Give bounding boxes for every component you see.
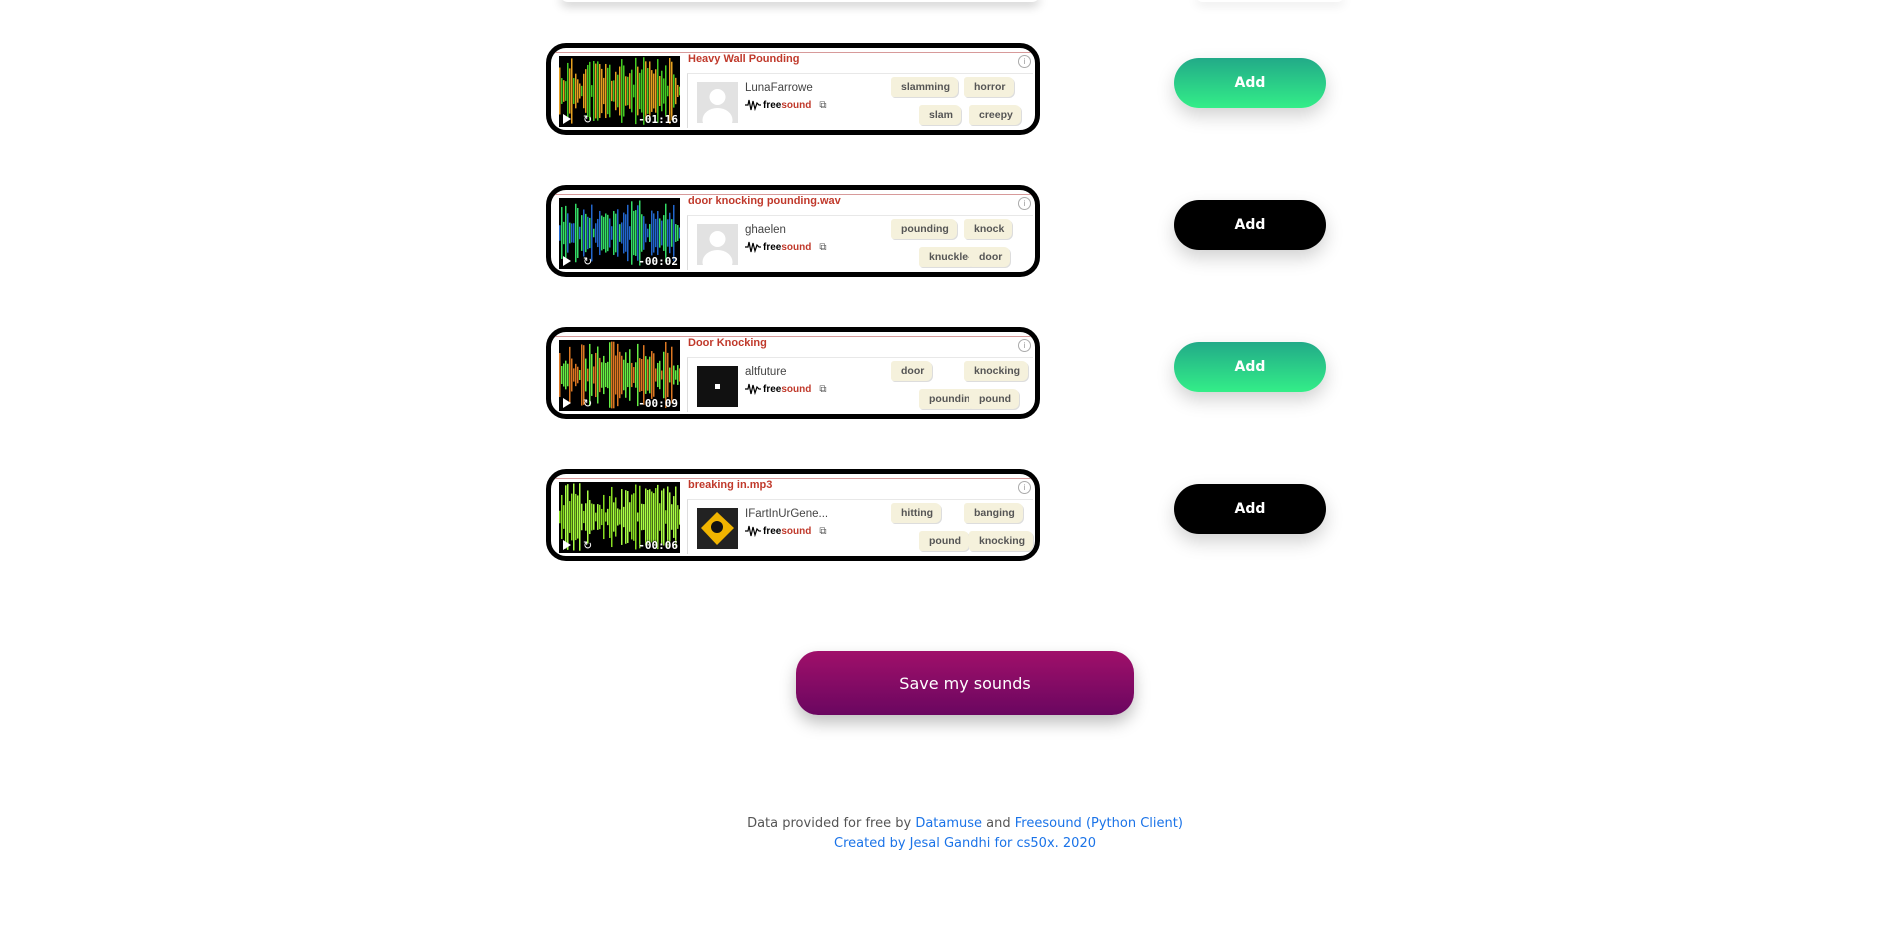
previous-button-edge — [1195, 0, 1345, 2]
duration: -00:09 — [638, 397, 678, 410]
avatar — [697, 82, 738, 123]
footer-and: and — [982, 816, 1015, 831]
previous-card-edge — [560, 0, 1040, 2]
external-link-icon[interactable]: ⧉ — [819, 100, 826, 111]
sound-details: altfuture freesound ⧉ door knocking poundi… — [687, 357, 1033, 412]
duration: -00:06 — [638, 539, 678, 552]
freesound-logo[interactable]: freesound ⧉ — [745, 240, 827, 254]
sound-row: ↻ -00:06 breaking in.mp3 i IFartInUrGene… — [546, 469, 1346, 569]
tag[interactable]: horror — [964, 77, 1014, 97]
info-icon[interactable]: i — [1018, 55, 1031, 68]
freesound-wordmark: freesound — [763, 241, 812, 253]
play-icon[interactable] — [563, 114, 571, 124]
tag[interactable]: slam — [919, 105, 961, 125]
tag[interactable]: door — [891, 361, 933, 381]
save-sounds-button[interactable]: Save my sounds — [796, 651, 1134, 715]
freesound-wordmark: freesound — [763, 383, 812, 395]
duration: -00:02 — [638, 255, 678, 268]
tag[interactable]: knock — [964, 219, 1013, 239]
info-icon[interactable]: i — [1018, 481, 1031, 494]
tag[interactable]: creepy — [969, 105, 1021, 125]
freesound-logo[interactable]: freesound ⧉ — [745, 98, 827, 112]
tag[interactable]: banging — [964, 503, 1023, 523]
username[interactable]: altfuture — [745, 366, 787, 378]
author-link[interactable]: Created by Jesal Gandhi for cs50x. 2020 — [834, 836, 1096, 851]
freesound-wave-icon — [745, 241, 761, 253]
duration: -01:16 — [638, 113, 678, 126]
add-button[interactable]: Add — [1174, 484, 1326, 534]
tag[interactable]: knocking — [964, 361, 1029, 381]
freesound-embed-card: ↻ -00:09 Door Knocking i altfuture frees… — [546, 327, 1040, 419]
freesound-wave-icon — [745, 525, 761, 537]
play-icon[interactable] — [563, 398, 571, 408]
sound-title[interactable]: Heavy Wall Pounding — [688, 53, 799, 65]
footer-credits: Data provided for free by Datamuse and F… — [0, 816, 1902, 831]
loop-icon[interactable]: ↻ — [583, 114, 592, 126]
sound-row: ↻ -01:16 Heavy Wall Pounding i LunaFarro… — [546, 43, 1346, 143]
sound-details: IFartInUrGene... freesound ⧉ hitting bang… — [687, 499, 1034, 554]
external-link-icon[interactable]: ⧉ — [819, 242, 826, 253]
play-icon[interactable] — [563, 256, 571, 266]
tag[interactable]: pounding — [891, 219, 957, 239]
tag[interactable]: hitting — [891, 503, 942, 523]
freesound-logo[interactable]: freesound ⧉ — [745, 524, 827, 538]
tag[interactable]: pound — [969, 389, 1020, 409]
sound-row: ↻ -00:02 door knocking pounding.wav i gh… — [546, 185, 1346, 285]
add-button[interactable]: Add — [1174, 200, 1326, 250]
datamuse-link[interactable]: Datamuse — [915, 816, 982, 831]
play-icon[interactable] — [563, 540, 571, 550]
freesound-wave-icon — [745, 99, 761, 111]
waveform-player[interactable]: ↻ -00:09 — [559, 340, 680, 411]
sound-row: ↻ -00:09 Door Knocking i altfuture frees… — [546, 327, 1346, 427]
freesound-link[interactable]: Freesound (Python Client) — [1015, 816, 1183, 831]
sound-title[interactable]: Door Knocking — [688, 337, 767, 349]
external-link-icon[interactable]: ⧉ — [819, 384, 826, 395]
external-link-icon[interactable]: ⧉ — [819, 526, 826, 537]
tag[interactable]: door — [969, 247, 1011, 267]
username[interactable]: IFartInUrGene... — [745, 508, 828, 520]
freesound-wave-icon — [745, 383, 761, 395]
footer-text: Data provided for free by — [747, 816, 916, 831]
sound-title[interactable]: door knocking pounding.wav — [688, 195, 841, 207]
freesound-logo[interactable]: freesound ⧉ — [745, 382, 827, 396]
avatar — [697, 366, 738, 407]
info-icon[interactable]: i — [1018, 339, 1031, 352]
freesound-wordmark: freesound — [763, 99, 812, 111]
username[interactable]: ghaelen — [745, 224, 786, 236]
freesound-wordmark: freesound — [763, 525, 812, 537]
username[interactable]: LunaFarrowe — [745, 82, 813, 94]
add-button[interactable]: Add — [1174, 58, 1326, 108]
info-icon[interactable]: i — [1018, 197, 1031, 210]
waveform-player[interactable]: ↻ -00:02 — [559, 198, 680, 269]
tag[interactable]: knocking — [969, 531, 1034, 551]
avatar — [697, 508, 738, 549]
sound-title[interactable]: breaking in.mp3 — [688, 479, 772, 491]
freesound-embed-card: ↻ -00:06 breaking in.mp3 i IFartInUrGene… — [546, 469, 1040, 561]
tag[interactable]: pound — [919, 531, 970, 551]
freesound-embed-card: ↻ -00:02 door knocking pounding.wav i gh… — [546, 185, 1040, 277]
sound-details: ghaelen freesound ⧉ pounding knock knuckle… — [687, 215, 1033, 270]
tag[interactable]: slamming — [891, 77, 959, 97]
waveform-player[interactable]: ↻ -01:16 — [559, 56, 680, 127]
loop-icon[interactable]: ↻ — [583, 540, 592, 552]
add-button[interactable]: Add — [1174, 342, 1326, 392]
sound-details: LunaFarrowe freesound ⧉ slamming horror sl… — [687, 73, 1033, 128]
loop-icon[interactable]: ↻ — [583, 398, 592, 410]
avatar — [697, 224, 738, 265]
waveform-player[interactable]: ↻ -00:06 — [559, 482, 680, 553]
loop-icon[interactable]: ↻ — [583, 256, 592, 268]
freesound-embed-card: ↻ -01:16 Heavy Wall Pounding i LunaFarro… — [546, 43, 1040, 135]
